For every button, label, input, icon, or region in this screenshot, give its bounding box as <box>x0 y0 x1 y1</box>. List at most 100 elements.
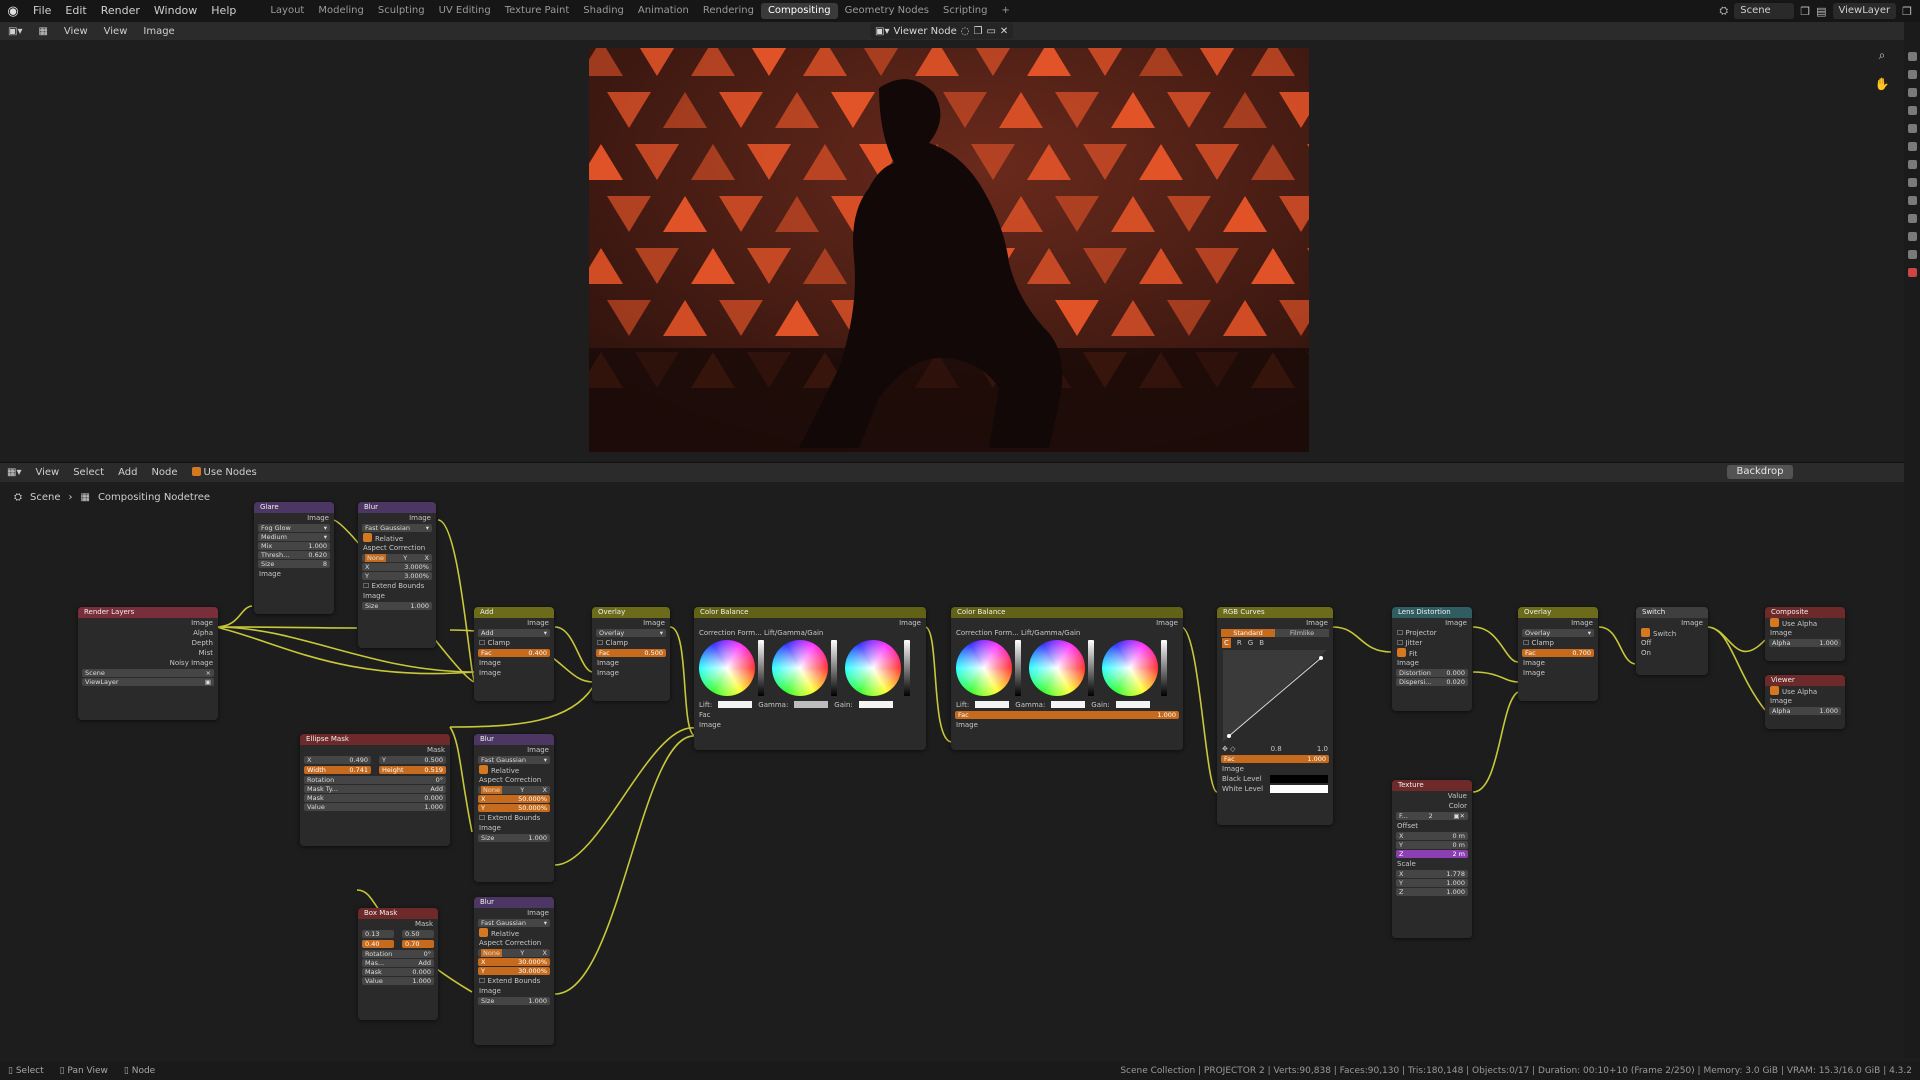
workspace-tab-uv-editing[interactable]: UV Editing <box>432 0 498 22</box>
blender-logo-icon[interactable]: ◉ <box>0 4 26 19</box>
image-menu-view[interactable]: View <box>56 26 96 37</box>
mask-type-dropdown[interactable]: Mas... Add <box>362 959 434 967</box>
image-menu-image[interactable]: Image <box>135 26 182 37</box>
add-workspace-icon[interactable]: + <box>994 0 1016 22</box>
blur-x-field[interactable]: X 3.000% <box>362 563 432 571</box>
color-wheel[interactable] <box>1029 640 1085 696</box>
correction-formula-row[interactable]: Correction Form... Lift/Gamma/Gain <box>951 628 1183 638</box>
blur-type-dropdown[interactable]: Fast Gaussian ▾ <box>478 919 550 927</box>
gain-swatch[interactable] <box>858 701 893 708</box>
value-slider[interactable] <box>1088 640 1094 696</box>
use-alpha-checkbox[interactable]: Use Alpha <box>1765 686 1845 696</box>
filmlike-button[interactable]: Filmlike <box>1275 629 1329 637</box>
workspace-tab-shading[interactable]: Shading <box>576 0 631 22</box>
glare-mix-field[interactable]: Mix 1.000 <box>258 542 330 550</box>
view-mode-icon[interactable]: ▦ <box>30 26 55 37</box>
image-selector[interactable]: ▣▾ Viewer Node ◌ ❐ ▭ ✕ <box>870 23 1014 39</box>
workspace-tab-rendering[interactable]: Rendering <box>696 0 761 22</box>
projector-checkbox[interactable]: ☐ Projector <box>1392 628 1472 638</box>
node-color-balance-1[interactable]: Color Balance Image Correction Form... L… <box>694 607 926 750</box>
editor-type-icon[interactable]: ▣▾ <box>0 26 30 37</box>
y-field[interactable]: Y 0.500 <box>379 756 446 764</box>
new-viewlayer-icon[interactable]: ❐ <box>1902 5 1912 18</box>
node-menu-view[interactable]: View <box>28 467 66 478</box>
node-overlay-1[interactable]: Overlay Image Overlay ▾ ☐ Clamp Fac 0.500 … <box>592 607 670 701</box>
color-wheel[interactable] <box>1102 640 1158 696</box>
workspace-tab-geometry-nodes[interactable]: Geometry Nodes <box>838 0 936 22</box>
offset-z-field[interactable]: Z 2 m <box>1396 850 1468 858</box>
relative-checkbox[interactable]: Relative <box>358 533 436 543</box>
box-y-field[interactable]: 0.50 <box>402 930 434 938</box>
aspect-selector[interactable]: None Y X <box>362 554 432 562</box>
backdrop-button[interactable]: Backdrop <box>1727 465 1793 479</box>
viewlayer-icon[interactable]: ▤ <box>1816 5 1826 18</box>
gamma-swatch[interactable] <box>1051 701 1086 708</box>
texture-selector[interactable]: F... 2 ▣✕ <box>1396 812 1468 820</box>
value-field[interactable]: Value 1.000 <box>304 803 446 811</box>
lift-swatch[interactable] <box>975 701 1010 708</box>
prop-tab-icon[interactable] <box>1907 124 1917 133</box>
menu-render[interactable]: Render <box>94 0 147 22</box>
node-render-layers[interactable]: Render Layers Image Alpha Depth Mist Noi… <box>78 607 218 720</box>
prop-tab-icon[interactable] <box>1907 196 1917 205</box>
scene-icon[interactable]: ⛭ <box>1719 4 1728 18</box>
color-wheel[interactable] <box>699 640 755 696</box>
scale-y-field[interactable]: Y 1.000 <box>1396 879 1468 887</box>
node-blur-2[interactable]: Blur Image Fast Gaussian ▾ Relative Aspec… <box>474 734 554 882</box>
extend-bounds-checkbox[interactable]: ☐ Extend Bounds <box>474 813 554 823</box>
node-composite[interactable]: Composite Use Alpha Image Alpha 1.000 <box>1765 607 1845 661</box>
relative-checkbox[interactable]: Relative <box>474 928 554 938</box>
prop-tab-icon[interactable] <box>1907 52 1917 61</box>
box-width-field[interactable]: 0.40 <box>362 940 394 948</box>
correction-formula-row[interactable]: Correction Form... Lift/Gamma/Gain <box>694 628 926 638</box>
color-wheel[interactable] <box>956 640 1012 696</box>
hand-pan-icon[interactable]: ✋ <box>1875 77 1890 91</box>
x-field[interactable]: X 0.490 <box>304 756 371 764</box>
fac-field[interactable]: Fac 0.700 <box>1522 649 1594 657</box>
prop-tab-icon[interactable] <box>1907 268 1917 277</box>
aspect-none-option[interactable]: None <box>481 786 502 794</box>
prop-tab-icon[interactable] <box>1907 232 1917 241</box>
offset-y-field[interactable]: Y 0 m <box>1396 841 1468 849</box>
workspace-tab-sculpting[interactable]: Sculpting <box>371 0 432 22</box>
node-add[interactable]: Add Image Add ▾ ☐ Clamp Fac 0.400 Image Im… <box>474 607 554 701</box>
rotation-field[interactable]: Rotation 0° <box>304 776 446 784</box>
viewlayer-selector[interactable]: ViewLayer <box>1832 3 1897 19</box>
value-slider[interactable] <box>904 640 910 696</box>
aspect-none-option[interactable]: None <box>365 554 386 562</box>
blur-type-dropdown[interactable]: Fast Gaussian ▾ <box>362 524 432 532</box>
node-texture[interactable]: Texture Value Color F... 2 ▣✕ Offset X0 m … <box>1392 780 1472 938</box>
aspect-x-option[interactable]: X <box>425 554 429 562</box>
node-menu-add[interactable]: Add <box>111 467 144 478</box>
blur-y-field[interactable]: Y 3.000% <box>362 572 432 580</box>
curve-y-value[interactable]: 1.0 <box>1317 744 1328 754</box>
channel-b[interactable]: B <box>1259 638 1264 648</box>
prop-tab-icon[interactable] <box>1907 160 1917 169</box>
node-blur-1[interactable]: Blur Image Fast Gaussian ▾ Relative Aspec… <box>358 502 436 648</box>
workspace-tab-texture-paint[interactable]: Texture Paint <box>498 0 577 22</box>
mix-mode-dropdown[interactable]: Overlay ▾ <box>1522 629 1594 637</box>
menu-window[interactable]: Window <box>147 0 204 22</box>
prop-tab-icon[interactable] <box>1907 178 1917 187</box>
node-rgb-curves[interactable]: RGB Curves Image Standard Filmlike C R G… <box>1217 607 1333 825</box>
aspect-selector[interactable]: None Y X <box>478 949 550 957</box>
blur-size-field[interactable]: Size 1.000 <box>362 602 432 610</box>
value-slider[interactable] <box>1161 640 1167 696</box>
clamp-checkbox[interactable]: ☐ Clamp <box>1518 638 1598 648</box>
workspace-tab-layout[interactable]: Layout <box>263 0 311 22</box>
blur-type-dropdown[interactable]: Fast Gaussian ▾ <box>478 756 550 764</box>
prop-tab-icon[interactable] <box>1907 70 1917 79</box>
box-height-field[interactable]: 0.70 <box>402 940 434 948</box>
curve-graph[interactable] <box>1223 650 1327 742</box>
black-level-row[interactable]: Black Level <box>1217 774 1333 784</box>
mask-field[interactable]: Mask 0.000 <box>362 968 434 976</box>
lift-wheel[interactable] <box>699 640 764 698</box>
fac-field[interactable]: Fac 1.000 <box>1221 755 1329 763</box>
prop-tab-icon[interactable] <box>1907 88 1917 97</box>
aspect-none-option[interactable]: None <box>481 949 502 957</box>
use-alpha-checkbox[interactable]: Use Alpha <box>1765 618 1845 628</box>
new-scene-icon[interactable]: ❐ <box>1800 5 1810 18</box>
channel-c[interactable]: C <box>1222 638 1231 648</box>
prop-tab-icon[interactable] <box>1907 214 1917 223</box>
black-level-swatch[interactable] <box>1270 775 1328 783</box>
